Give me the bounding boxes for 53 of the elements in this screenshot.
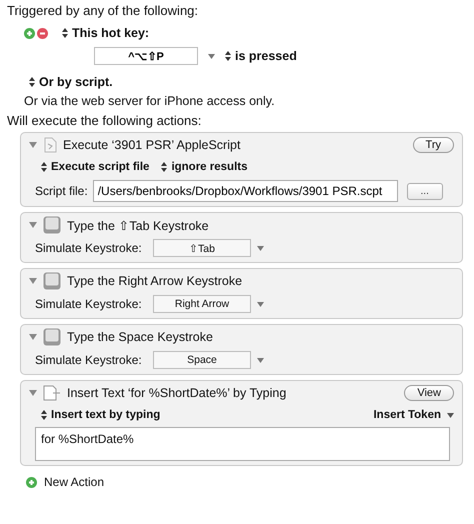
new-action-link[interactable]: New Action <box>44 475 104 489</box>
action-title: Type the Right Arrow Keystroke <box>67 274 244 288</box>
keystroke-field[interactable]: Right Arrow <box>153 295 251 313</box>
stepper-icon <box>225 51 231 61</box>
caret-icon <box>447 412 454 418</box>
field-label: Simulate Keystroke: <box>35 297 143 311</box>
disclosure-triangle-icon[interactable] <box>29 390 37 396</box>
stepper-icon <box>41 410 47 420</box>
keyboard-key-icon <box>43 272 61 290</box>
stepper-icon <box>29 77 35 87</box>
web-note: Or via the web server for iPhone access only. <box>24 93 276 109</box>
hotkey-field[interactable]: ^⌥⇧P <box>94 47 198 65</box>
disclosure-triangle-icon[interactable] <box>29 278 37 284</box>
results-popup[interactable]: ignore results <box>161 161 248 173</box>
browse-button[interactable]: ... <box>406 182 443 200</box>
field-label: Script file: <box>35 184 88 198</box>
action-title: Execute ‘3901 PSR’ AppleScript <box>63 138 242 152</box>
insert-token-menu[interactable]: Insert Token <box>373 409 454 421</box>
action-button[interactable]: Try <box>412 137 454 153</box>
script-option-popup[interactable]: Or by script. <box>29 75 113 89</box>
mode-popup[interactable]: Execute script file <box>41 161 150 173</box>
text-area[interactable]: for %ShortDate% <box>35 427 450 461</box>
condition-popup[interactable]: is pressed <box>225 49 297 63</box>
disclosure-triangle-icon[interactable] <box>29 334 37 340</box>
stepper-icon <box>62 28 68 38</box>
section-heading: Will execute the following actions: <box>7 113 202 129</box>
action-title: Insert Text ‘for %ShortDate%’ by Typing <box>67 386 288 400</box>
keystroke-field[interactable]: Space <box>153 351 251 369</box>
caret-icon[interactable] <box>257 246 264 250</box>
text-document-icon <box>43 385 61 401</box>
keyboard-key-icon <box>43 216 61 234</box>
caret-icon[interactable] <box>208 54 215 58</box>
section-heading: Triggered by any of the following: <box>7 3 200 19</box>
caret-icon[interactable] <box>257 302 264 306</box>
action-title: Type the ⇧Tab Keystroke <box>67 218 210 232</box>
remove-icon[interactable] <box>37 28 48 38</box>
disclosure-triangle-icon[interactable] <box>29 142 37 148</box>
stepper-icon <box>161 162 168 172</box>
mode-popup[interactable]: Insert text by typing <box>41 409 160 421</box>
field-label: Simulate Keystroke: <box>35 353 143 367</box>
caret-icon[interactable] <box>257 358 264 362</box>
script-file-field[interactable]: /Users/benbrooks/Dropbox/Workflows/3901 PSR.scpt <box>92 180 398 202</box>
trigger-type-popup[interactable]: This hot key: <box>62 26 150 40</box>
action-title: Type the Space Keystroke <box>67 330 214 344</box>
keyboard-key-icon <box>43 328 61 346</box>
stepper-icon <box>41 162 47 172</box>
add-icon[interactable] <box>26 476 37 488</box>
keystroke-field[interactable]: ⇧Tab <box>153 239 251 257</box>
add-icon[interactable] <box>24 28 35 38</box>
field-label: Simulate Keystroke: <box>35 241 143 255</box>
disclosure-triangle-icon[interactable] <box>29 222 37 228</box>
action-button[interactable]: View <box>404 385 454 401</box>
script-icon <box>43 137 57 153</box>
